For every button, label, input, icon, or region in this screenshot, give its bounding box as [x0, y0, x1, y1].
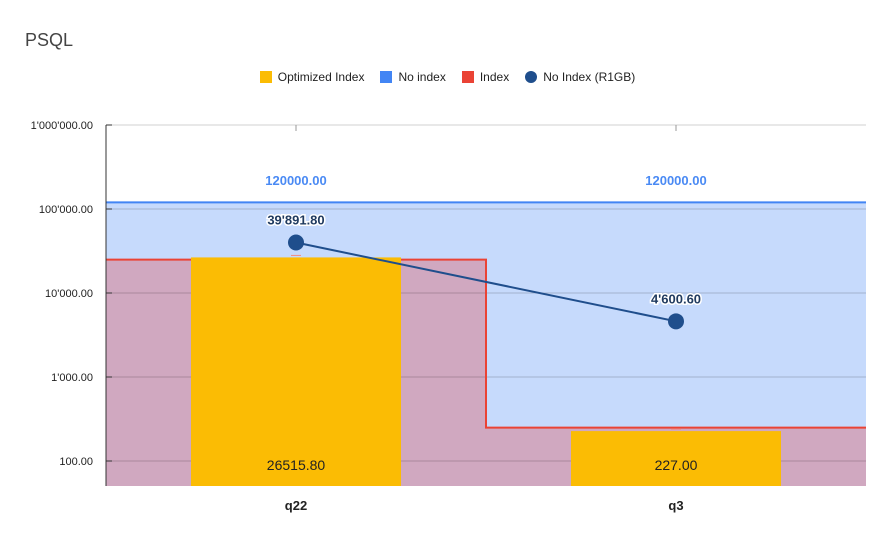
y-tick-label-4: 1'000'000.00 [31, 120, 93, 132]
bar-label-q3: 227.00 [655, 457, 698, 473]
no-index-label-q3: 120000.00 [645, 173, 706, 188]
point-no-index-r1gb-q3 [668, 313, 684, 330]
point-label-no-index-r1gb-q3: 4'600.60 [651, 291, 701, 306]
y-tick-label-1: 1'000.00 [51, 372, 93, 384]
point-label-no-index-r1gb-q22: 39'891.80 [267, 213, 324, 228]
chart-plot: 26515.80 227.00 100.00 1'000.00 10'000.00 100… [31, 120, 866, 513]
bar-label-q22: 26515.80 [267, 457, 326, 473]
x-tick-label-q22: q22 [285, 498, 307, 513]
x-tick-label-q3: q3 [668, 498, 683, 513]
y-tick-label-2: 10'000.00 [45, 288, 93, 300]
point-no-index-r1gb-q22 [288, 234, 304, 251]
y-tick-label-3: 100'000.00 [39, 204, 93, 216]
y-tick-label-0: 100.00 [59, 456, 93, 468]
bar-q22 [191, 257, 401, 486]
no-index-label-q22: 120000.00 [265, 173, 326, 188]
